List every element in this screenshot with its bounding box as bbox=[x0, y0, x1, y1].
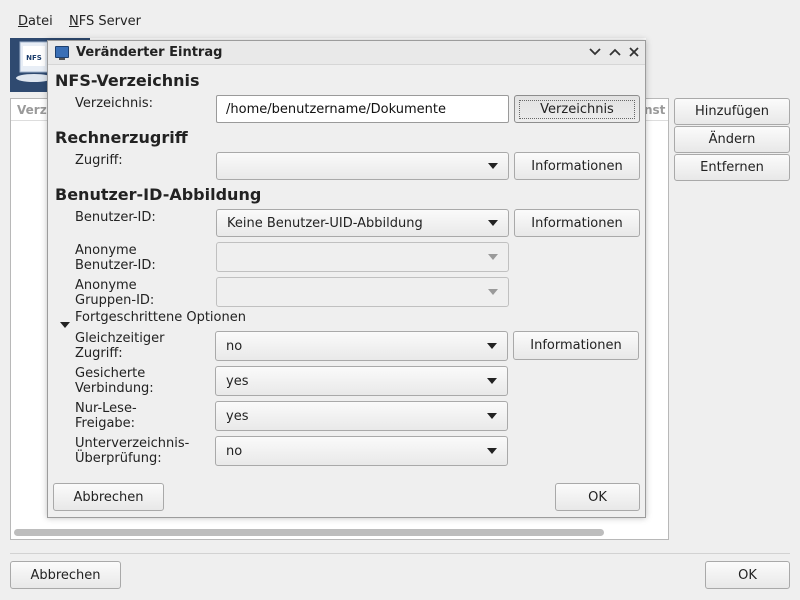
access-label: Zugriff: bbox=[75, 153, 123, 168]
section-nfs-directory: NFS-Verzeichnis bbox=[55, 71, 200, 90]
user-id-label: Benutzer-ID: bbox=[75, 210, 156, 225]
access-info-button[interactable]: Informationen bbox=[514, 152, 640, 180]
subtree-check-label: Unterverzeichnis- Überprüfung: bbox=[75, 436, 190, 466]
maximize-icon[interactable] bbox=[607, 44, 623, 60]
minimize-icon[interactable] bbox=[587, 44, 603, 60]
chevron-down-icon bbox=[487, 343, 497, 349]
close-icon[interactable] bbox=[626, 44, 642, 60]
dialog-cancel-button[interactable]: Abbrechen bbox=[53, 483, 164, 511]
main-ok-button[interactable]: OK bbox=[705, 561, 790, 589]
anon-user-label: Anonyme Benutzer-ID: bbox=[75, 243, 156, 273]
concurrent-access-combo[interactable]: no bbox=[215, 331, 508, 361]
dialog-title: Veränderter Eintrag bbox=[76, 45, 223, 60]
chevron-down-icon bbox=[488, 289, 498, 295]
edit-entry-dialog: Veränderter Eintrag NFS-Verzeichnis Verz… bbox=[47, 40, 646, 518]
subtree-check-combo[interactable]: no bbox=[215, 436, 508, 466]
remove-button[interactable]: Entfernen bbox=[674, 154, 790, 181]
anon-group-label: Anonyme Gruppen-ID: bbox=[75, 278, 155, 308]
user-id-info-button[interactable]: Informationen bbox=[514, 209, 640, 237]
anon-group-combo[interactable] bbox=[216, 277, 509, 307]
horizontal-scrollbar[interactable] bbox=[14, 529, 604, 536]
directory-label: Verzeichnis: bbox=[75, 96, 154, 111]
chevron-down-icon bbox=[487, 448, 497, 454]
chevron-down-icon bbox=[488, 254, 498, 260]
user-id-combo[interactable]: Keine Benutzer-UID-Abbildung bbox=[216, 209, 509, 237]
section-host-access: Rechnerzugriff bbox=[55, 128, 188, 147]
browse-directory-button[interactable]: Verzeichnis bbox=[514, 95, 640, 123]
access-combo[interactable] bbox=[216, 152, 509, 180]
concurrent-info-button[interactable]: Informationen bbox=[513, 331, 639, 360]
chevron-down-icon bbox=[488, 220, 498, 226]
directory-input[interactable]: /home/benutzername/Dokumente bbox=[216, 95, 509, 123]
separator bbox=[10, 553, 790, 554]
change-button[interactable]: Ändern bbox=[674, 126, 790, 153]
chevron-down-icon bbox=[488, 163, 498, 169]
menu-nfs-server[interactable]: NFS Server bbox=[69, 14, 141, 29]
readonly-share-combo[interactable]: yes bbox=[215, 401, 508, 431]
menubar: Datei NFS Server bbox=[0, 10, 800, 34]
advanced-options-expander[interactable]: Fortgeschrittene Optionen bbox=[75, 310, 246, 325]
chevron-down-icon bbox=[487, 378, 497, 384]
dialog-ok-button[interactable]: OK bbox=[555, 483, 640, 511]
section-user-id-mapping: Benutzer-ID-Abbildung bbox=[55, 185, 262, 204]
expander-arrow-icon[interactable] bbox=[60, 322, 70, 328]
secure-connection-combo[interactable]: yes bbox=[215, 366, 508, 396]
readonly-share-label: Nur-Lese- Freigabe: bbox=[75, 401, 137, 431]
dialog-titlebar[interactable]: Veränderter Eintrag bbox=[48, 41, 645, 65]
concurrent-access-label: Gleichzeitiger Zugriff: bbox=[75, 331, 165, 361]
chevron-down-icon bbox=[487, 413, 497, 419]
add-button[interactable]: Hinzufügen bbox=[674, 98, 790, 125]
main-cancel-button[interactable]: Abbrechen bbox=[10, 561, 121, 589]
monitor-icon bbox=[55, 46, 69, 60]
secure-connection-label: Gesicherte Verbindung: bbox=[75, 366, 154, 396]
svg-text:NFS: NFS bbox=[26, 54, 42, 62]
menu-datei[interactable]: Datei bbox=[18, 14, 53, 29]
anon-user-combo[interactable] bbox=[216, 242, 509, 272]
